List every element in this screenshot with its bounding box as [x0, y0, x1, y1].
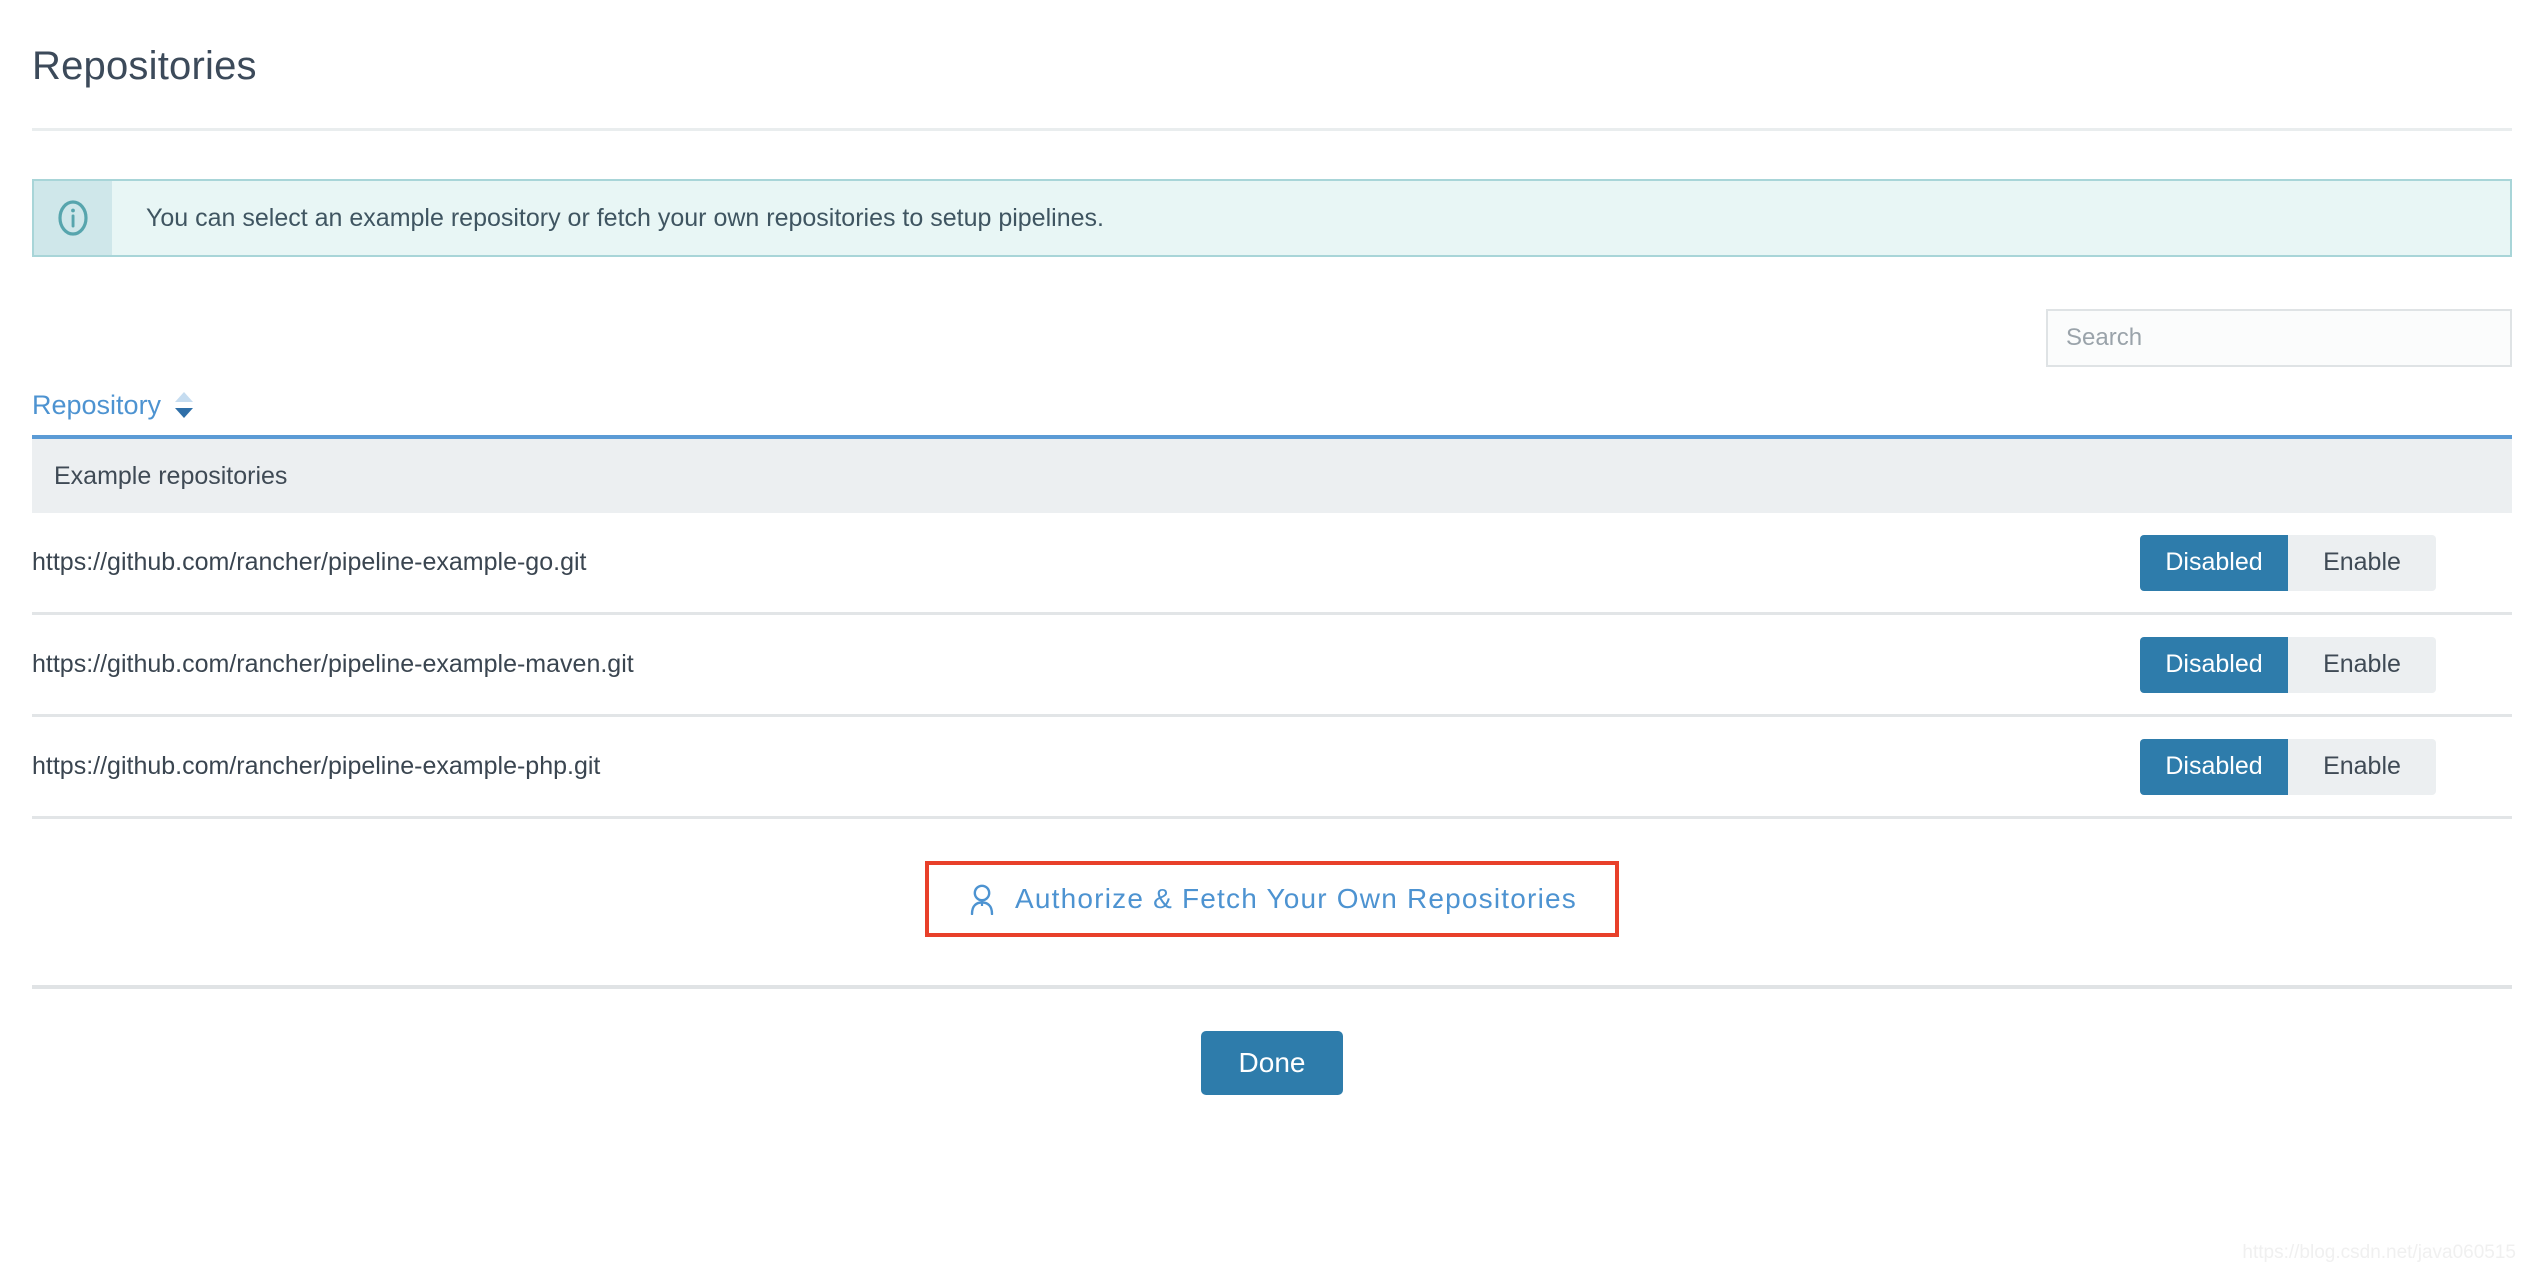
footer-divider: [32, 985, 2512, 989]
table-row: https://github.com/rancher/pipeline-exam…: [32, 717, 2512, 819]
info-banner-message: You can select an example repository or …: [146, 203, 1104, 232]
watermark: https://blog.csdn.net/java060515: [2242, 1242, 2516, 1263]
table-row: https://github.com/rancher/pipeline-exam…: [32, 615, 2512, 717]
column-header-label: Repository: [32, 389, 162, 420]
group-row-example-repositories: Example repositories: [32, 435, 2512, 513]
repositories-table: Repository Example repositories https://…: [32, 389, 2512, 819]
info-banner: You can select an example repository or …: [32, 179, 2512, 257]
enable-button[interactable]: Enable: [2288, 738, 2436, 795]
authorize-area: Authorize & Fetch Your Own Repositories: [0, 861, 2544, 937]
repository-url: https://github.com/rancher/pipeline-exam…: [32, 548, 587, 576]
repository-toggle-group: Disabled Enable: [2140, 534, 2436, 591]
repository-url: https://github.com/rancher/pipeline-exam…: [32, 650, 634, 678]
enable-button[interactable]: Enable: [2288, 636, 2436, 693]
page-header: Repositories: [0, 0, 2544, 88]
search-input[interactable]: [2046, 309, 2512, 367]
disabled-state-button[interactable]: Disabled: [2140, 636, 2288, 693]
repository-url: https://github.com/rancher/pipeline-exam…: [32, 752, 601, 780]
table-row: https://github.com/rancher/pipeline-exam…: [32, 513, 2512, 615]
disabled-state-button[interactable]: Disabled: [2140, 738, 2288, 795]
page-title: Repositories: [32, 44, 257, 88]
user-icon: [967, 883, 997, 915]
repository-toggle-group: Disabled Enable: [2140, 738, 2436, 795]
repository-toggle-group: Disabled Enable: [2140, 636, 2436, 693]
group-row-label: Example repositories: [54, 461, 288, 490]
sort-chevrons-icon[interactable]: [173, 389, 195, 421]
done-area: Done: [0, 1031, 2544, 1095]
authorize-fetch-repositories-link[interactable]: Authorize & Fetch Your Own Repositories: [1015, 883, 1577, 915]
header-divider: [32, 128, 2512, 131]
done-button[interactable]: Done: [1201, 1031, 1343, 1095]
enable-button[interactable]: Enable: [2288, 534, 2436, 591]
disabled-state-button[interactable]: Disabled: [2140, 534, 2288, 591]
search-row: [32, 309, 2512, 367]
info-banner-wrap: You can select an example repository or …: [32, 179, 2512, 257]
info-circle-icon: [34, 181, 112, 255]
column-header-repository[interactable]: Repository: [32, 389, 2512, 435]
authorize-highlight-box: Authorize & Fetch Your Own Repositories: [925, 861, 1619, 937]
